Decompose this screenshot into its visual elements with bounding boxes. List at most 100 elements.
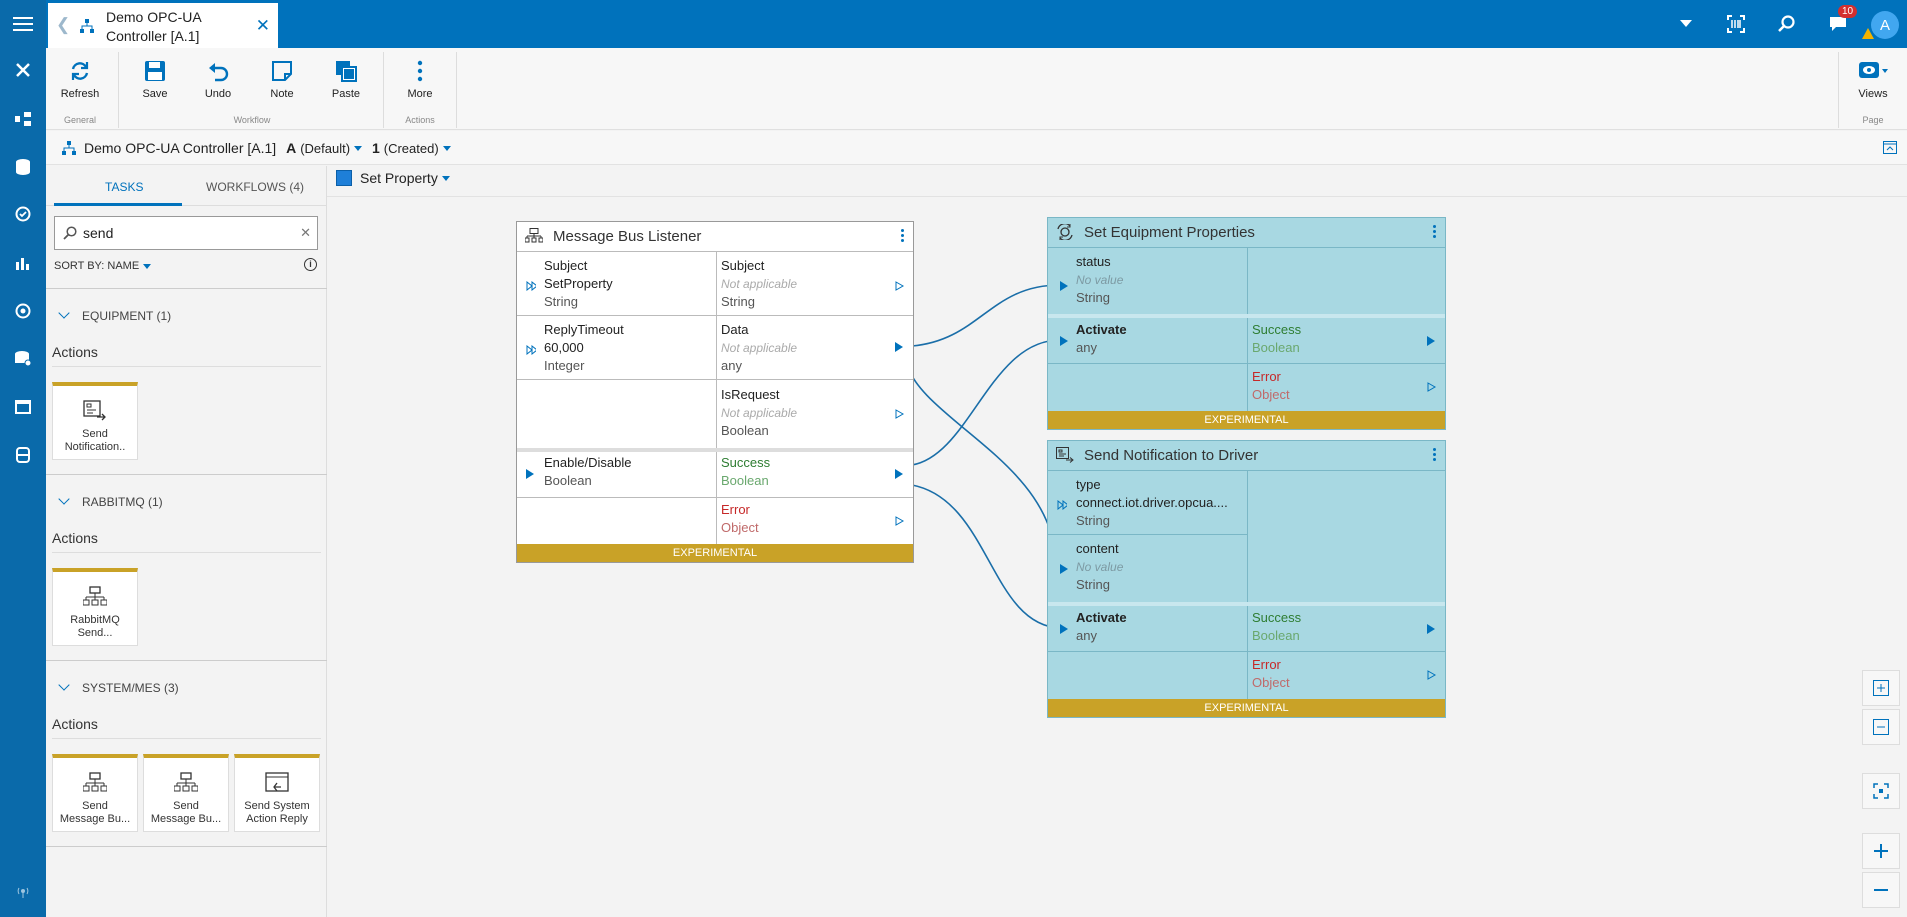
input-port-icon[interactable] <box>1060 281 1068 291</box>
input-type-label: String <box>1076 513 1110 528</box>
row-line <box>1048 534 1247 535</box>
plus-icon <box>1874 844 1888 858</box>
input-activate[interactable]: Activate any <box>1076 609 1127 645</box>
section-separator <box>517 448 913 452</box>
node-title: Message Bus Listener <box>553 227 702 245</box>
input-port-icon[interactable] <box>1060 564 1068 574</box>
input-type: any <box>1076 340 1097 355</box>
connector-layer <box>904 284 1061 629</box>
output-value: Not applicable <box>721 406 798 420</box>
connector-success-to-notify-activate <box>911 484 1061 629</box>
output-error[interactable]: Error Object <box>1252 368 1290 404</box>
output-error[interactable]: Error Object <box>1252 656 1290 692</box>
input-name: Enable/Disable <box>544 455 632 470</box>
column-line <box>1247 470 1248 701</box>
experimental-footer: EXPERIMENTAL <box>1048 411 1445 429</box>
input-value: 60,000 <box>544 340 584 355</box>
input-type-label: any <box>1076 628 1097 643</box>
output-port-icon[interactable] <box>1427 670 1437 680</box>
experimental-footer: EXPERIMENTAL <box>517 544 913 562</box>
zoom-out-button[interactable] <box>1862 872 1900 908</box>
input-port-icon[interactable] <box>1060 336 1068 346</box>
output-is-request[interactable]: IsRequest Not applicable Boolean <box>721 386 797 440</box>
node-menu-icon[interactable] <box>1433 225 1436 240</box>
output-subject[interactable]: Subject Not applicable String <box>721 257 797 311</box>
collapse-all-button[interactable] <box>1862 709 1900 745</box>
output-port-icon[interactable] <box>895 516 905 526</box>
connector-data-to-status <box>911 284 1061 347</box>
output-data[interactable]: Data Not applicable any <box>721 321 797 375</box>
output-success[interactable]: Success Boolean <box>721 454 770 490</box>
input-type[interactable]: type connect.iot.driver.opcua.... String <box>1076 476 1244 530</box>
node-menu-icon[interactable] <box>1433 448 1436 463</box>
output-port-icon[interactable] <box>1427 336 1435 346</box>
output-success[interactable]: Success Boolean <box>1252 321 1301 357</box>
column-line <box>1247 247 1248 413</box>
output-port-icon[interactable] <box>895 469 903 479</box>
node-title: Set Equipment Properties <box>1084 223 1255 241</box>
input-enable-disable[interactable]: Enable/Disable Boolean <box>544 454 631 490</box>
input-name: Activate <box>1076 610 1127 625</box>
input-subject[interactable]: Subject SetProperty String <box>544 257 613 311</box>
output-port-icon[interactable] <box>895 342 903 352</box>
input-status[interactable]: status No value String <box>1076 253 1123 307</box>
minus-icon <box>1874 889 1888 891</box>
output-name: IsRequest <box>721 387 780 402</box>
node-send-notification-to-driver[interactable]: Send Notification to Driver type connect… <box>1047 440 1446 718</box>
input-reply-timeout[interactable]: ReplyTimeout 60,000 Integer <box>544 321 624 375</box>
output-name: Success <box>721 455 771 470</box>
fit-to-screen-button[interactable] <box>1862 773 1900 809</box>
output-type: Object <box>1252 387 1290 402</box>
input-name: Subject <box>544 258 588 273</box>
row-line <box>517 497 913 498</box>
send-notification-icon <box>1056 447 1076 463</box>
output-type: Object <box>721 520 759 535</box>
output-port-icon[interactable] <box>1427 624 1435 634</box>
output-success[interactable]: Success Boolean <box>1252 609 1301 645</box>
node-header: Set Equipment Properties <box>1048 218 1445 246</box>
output-port-icon[interactable] <box>895 409 905 419</box>
node-header: Message Bus Listener <box>517 222 913 250</box>
experimental-footer: EXPERIMENTAL <box>1048 699 1445 717</box>
output-port-icon[interactable] <box>1427 382 1437 392</box>
collapse-icon <box>1873 719 1889 735</box>
node-set-equipment-properties[interactable]: Set Equipment Properties status No value… <box>1047 217 1446 430</box>
input-type: Boolean <box>544 473 592 488</box>
output-value: Not applicable <box>721 341 798 355</box>
row-line <box>716 315 913 316</box>
input-type: String <box>1076 290 1110 305</box>
expand-all-button[interactable] <box>1862 670 1900 706</box>
row-line <box>517 315 716 316</box>
output-type: Boolean <box>1252 340 1300 355</box>
input-content[interactable]: content No value String <box>1076 540 1123 594</box>
input-name: type <box>1076 477 1101 492</box>
input-type: Integer <box>544 358 585 373</box>
input-port-icon[interactable] <box>526 469 534 479</box>
node-header: Send Notification to Driver <box>1048 441 1445 469</box>
input-type-label: String <box>1076 577 1110 592</box>
fit-screen-icon <box>1873 783 1889 799</box>
linked-input-icon <box>526 345 536 355</box>
node-menu-icon[interactable] <box>901 229 904 244</box>
input-value: No value <box>1076 560 1124 574</box>
output-type: String <box>721 294 755 309</box>
input-value: connect.iot.driver.opcua.... <box>1076 495 1228 510</box>
node-title: Send Notification to Driver <box>1084 446 1259 464</box>
output-name: Subject <box>721 258 765 273</box>
input-activate[interactable]: Activate any <box>1076 321 1127 357</box>
set-equipment-icon <box>1056 224 1076 240</box>
output-type: Boolean <box>721 423 769 438</box>
output-port-icon[interactable] <box>895 281 905 291</box>
output-error[interactable]: Error Object <box>721 501 759 537</box>
output-value: Not applicable <box>721 277 798 291</box>
input-value: SetProperty <box>544 276 613 291</box>
section-separator <box>1048 314 1445 318</box>
column-line <box>716 251 717 547</box>
row-line <box>517 251 913 252</box>
linked-input-icon <box>1057 500 1067 510</box>
node-message-bus-listener[interactable]: Message Bus Listener Subject SetProperty… <box>516 221 914 563</box>
output-name: Success <box>1252 610 1302 625</box>
input-port-icon[interactable] <box>1060 624 1068 634</box>
row-line <box>1048 363 1445 364</box>
zoom-in-button[interactable] <box>1862 833 1900 869</box>
